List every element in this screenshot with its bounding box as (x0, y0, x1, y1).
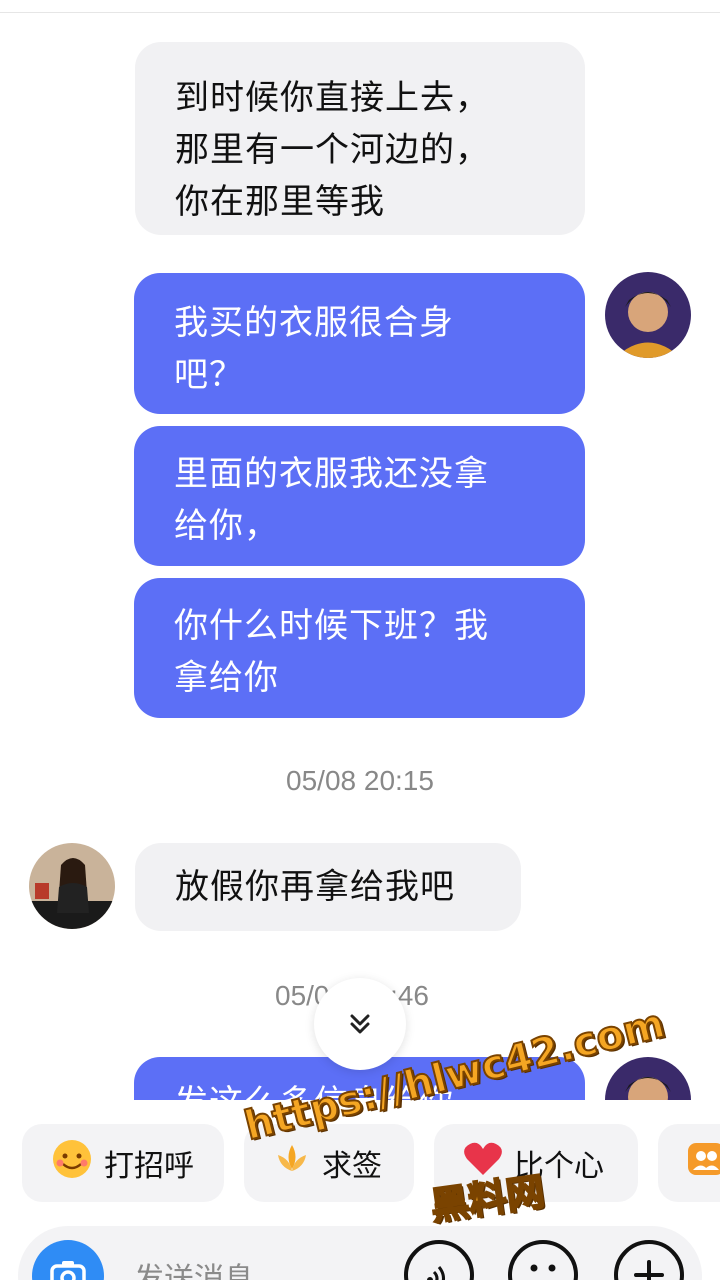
people-icon (686, 1139, 720, 1187)
message-line: 放假你再拿给我吧 (175, 867, 455, 907)
message-line: 我买的衣服很合身 (174, 303, 454, 343)
message-line: 你在那里等我 (175, 182, 385, 222)
plus-icon (634, 1260, 664, 1280)
scroll-to-bottom-button[interactable] (314, 978, 406, 1070)
message-bubble-outgoing[interactable]: 你什么时候下班？我 拿给你 (134, 578, 585, 718)
camera-button[interactable] (32, 1240, 104, 1280)
message-bubble-outgoing[interactable]: 里面的衣服我还没拿 给你， (134, 426, 585, 566)
contact-avatar[interactable] (29, 843, 115, 929)
more-button[interactable] (614, 1240, 684, 1280)
lotus-icon (272, 1139, 312, 1187)
message-line: 吧？ (174, 355, 244, 395)
message-bubble-incoming[interactable]: 到时候你直接上去， 那里有一个河边的， 你在那里等我 (135, 42, 585, 235)
group-chip[interactable] (658, 1124, 720, 1202)
voice-icon (427, 1266, 445, 1280)
emoji-icon (530, 1264, 556, 1272)
double-chevron-down-icon (350, 1014, 370, 1034)
greet-chip[interactable]: 打招呼 (22, 1124, 224, 1202)
message-bubble-outgoing[interactable]: 我买的衣服很合身 吧？ (134, 273, 585, 414)
message-input-placeholder: 发送消息 (134, 1262, 254, 1280)
message-line: 到时候你直接上去， (175, 78, 490, 118)
message-line: 给你， (174, 506, 279, 546)
message-input[interactable]: 发送消息 (134, 1254, 254, 1280)
top-divider (0, 0, 720, 13)
message-bubble-incoming[interactable]: 放假你再拿给我吧 (135, 843, 521, 931)
camera-icon (50, 1261, 86, 1280)
message-line: 拿给你 (174, 658, 279, 698)
message-line: 里面的衣服我还没拿 (174, 454, 489, 494)
message-timestamp: 05/08 20:15 (286, 765, 434, 796)
my-avatar[interactable] (605, 272, 691, 358)
greet-label: 打招呼 (104, 1149, 194, 1184)
message-line: 你什么时候下班？我 (174, 606, 489, 646)
message-input-bar: 发送消息 (18, 1226, 702, 1280)
smile-emoji-icon (50, 1137, 94, 1189)
emoji-button[interactable] (508, 1240, 578, 1280)
message-line: 那里有一个河边的， (175, 130, 490, 170)
voice-button[interactable] (404, 1240, 474, 1280)
fortune-label: 求签 (322, 1149, 382, 1184)
bottom-panel: 打招呼 求签 比个心 发送消息 (0, 1100, 720, 1280)
